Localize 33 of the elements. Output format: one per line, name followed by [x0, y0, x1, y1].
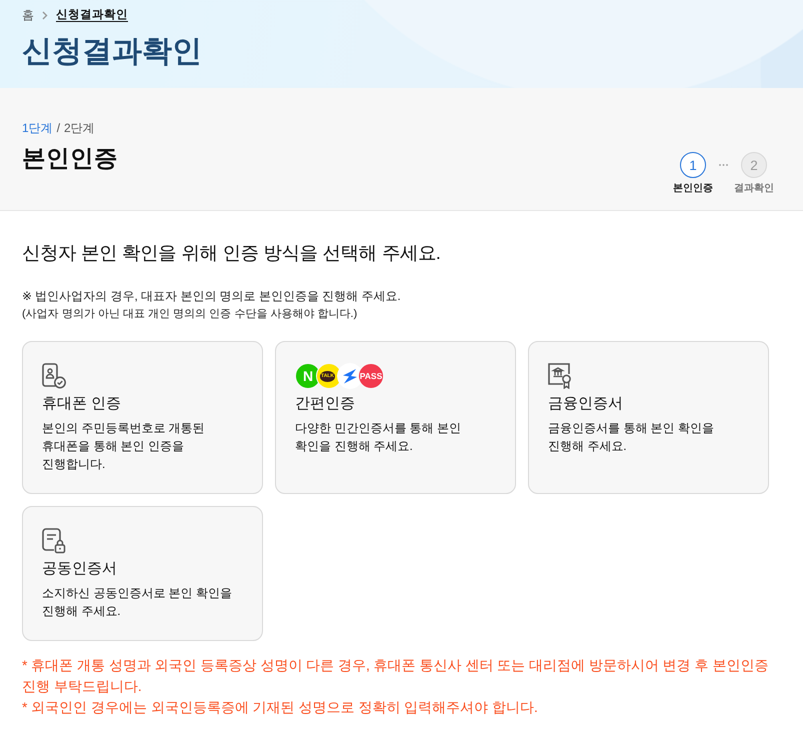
- step-label: 본인인증: [673, 182, 713, 196]
- auth-method-card[interactable]: 휴대폰 인증 본인의 주민등록번호로 개통된 휴대폰을 통해 본인 인증을 진행합니다.: [22, 341, 263, 494]
- warning-text: * 휴대폰 개통 성명과 외국인 등록증상 성명이 다른 경우, 휴대폰 통신사 센터 또는 대리점에 방문하시어 변경 후 본인인증 진행 부탁드립니다.: [22, 657, 770, 696]
- warning-text: * 외국인인 경우에는 외국인등록증에 기재된 성명으로 정확히 입력해주셔야 합니다.: [22, 699, 539, 717]
- step-counter-separator: /: [56, 120, 60, 136]
- auth-method-card[interactable]: 공동인증서 소지하신 공동인증서로 본인 확인을 진행해 주세요.: [22, 506, 263, 641]
- app-logo-badge: PASS: [358, 363, 384, 389]
- document-lock-icon: [42, 528, 66, 554]
- app-logo-badge: N: [295, 363, 321, 389]
- certificate-icon: [548, 363, 572, 389]
- page-title: 신청결과확인: [22, 34, 203, 70]
- chevron-right-icon: [42, 10, 48, 20]
- card-description: 소지하신 공동인증서로 본인 확인을 진행해 주세요.: [42, 585, 232, 620]
- card-title: 간편인증: [295, 395, 355, 414]
- card-title: 금융인증서: [548, 395, 623, 414]
- breadcrumb-link[interactable]: 신청결과확인: [56, 6, 128, 24]
- card-description: 금융인증서를 통해 본인 확인을 진행해 주세요.: [548, 420, 714, 455]
- step-number-circle: 2: [741, 152, 767, 178]
- section-title: 본인인증: [22, 144, 118, 173]
- card-description: 다양한 민간인증서를 통해 본인 확인을 진행해 주세요.: [295, 420, 461, 455]
- step-counter-total: 2단계: [64, 120, 95, 136]
- note-text: (사업자 명의가 아닌 대표 개인 명의의 인증 수단을 사용해야 합니다.): [22, 307, 358, 322]
- card-title: 공동인증서: [42, 560, 117, 579]
- instruction-text: 신청자 본인 확인을 위해 인증 방식을 선택해 주세요.: [22, 241, 442, 265]
- step-counter-current: 1단계: [22, 120, 53, 136]
- step-number-circle: 1: [680, 152, 706, 178]
- note-text: ※ 법인사업자의 경우, 대표자 본인의 명의로 본인인증을 진행해 주세요.: [22, 288, 402, 305]
- card-title: 휴대폰 인증: [42, 395, 122, 414]
- card-description: 본인의 주민등록번호로 개통된 휴대폰을 통해 본인 인증을 진행합니다.: [42, 420, 205, 473]
- breadcrumb-link[interactable]: 홈: [22, 6, 34, 24]
- auth-method-card[interactable]: 금융인증서 금융인증서를 통해 본인 확인을 진행해 주세요.: [528, 341, 769, 494]
- phone-person-icon: [42, 363, 66, 389]
- step-label: 결과확인: [734, 182, 774, 196]
